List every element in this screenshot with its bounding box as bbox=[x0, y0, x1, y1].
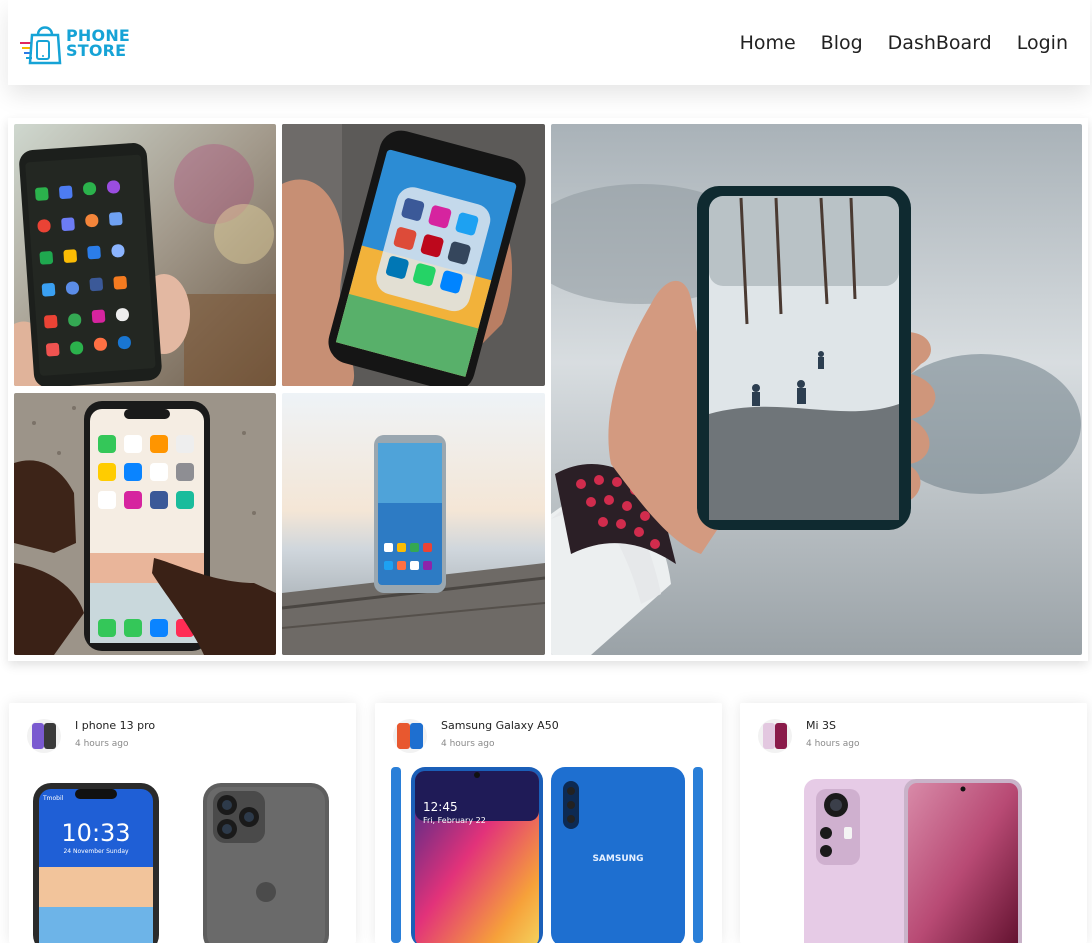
iphone-home-screen-photo[interactable] bbox=[14, 393, 276, 655]
samsung-wordmark: SAMSUNG bbox=[592, 854, 643, 864]
carrier-text: Tmobil bbox=[42, 795, 64, 802]
avatar bbox=[758, 719, 792, 753]
navbar: PHONE STORE Home Blog DashBoard Login bbox=[8, 0, 1090, 85]
product-card-mi-3s[interactable]: Mi 3S 4 hours ago bbox=[740, 703, 1087, 943]
iphone-13-pro-image: Tmobil 10:33 24 November Sunday bbox=[9, 767, 356, 943]
card-title[interactable]: Samsung Galaxy A50 bbox=[441, 719, 559, 732]
card-title[interactable]: Mi 3S bbox=[806, 719, 860, 732]
nav-link-home[interactable]: Home bbox=[740, 32, 796, 54]
mi-3s-image bbox=[740, 767, 1087, 943]
nav-links: Home Blog DashBoard Login bbox=[740, 32, 1068, 54]
product-card-samsung-galaxy-a50[interactable]: Samsung Galaxy A50 4 hours ago 12:45 Fri… bbox=[375, 703, 722, 943]
hand-holding-phone-snow-photo[interactable] bbox=[551, 124, 1082, 655]
iphone-home-image bbox=[14, 393, 276, 655]
nav-link-blog[interactable]: Blog bbox=[821, 32, 863, 54]
hand-phone-snow-image bbox=[551, 124, 1082, 655]
samsung-phone-on-wood-photo[interactable] bbox=[282, 393, 545, 655]
hero-gallery bbox=[8, 118, 1088, 661]
lock-screen-date: 24 November Sunday bbox=[63, 848, 129, 855]
samsung-wood-image bbox=[282, 393, 545, 655]
samsung-galaxy-a50-image: 12:45 Fri, February 22 SAMSUNG bbox=[375, 767, 722, 943]
android-phone-image bbox=[14, 124, 276, 386]
nav-link-login[interactable]: Login bbox=[1017, 32, 1068, 54]
nav-link-dashboard[interactable]: DashBoard bbox=[888, 32, 992, 54]
card-timestamp: 4 hours ago bbox=[75, 739, 129, 749]
card-header: I phone 13 pro 4 hours ago bbox=[27, 719, 155, 753]
brand-name: PHONE STORE bbox=[66, 27, 130, 60]
avatar bbox=[393, 719, 427, 753]
card-title[interactable]: I phone 13 pro bbox=[75, 719, 155, 732]
card-timestamp: 4 hours ago bbox=[441, 739, 495, 749]
product-card-iphone-13-pro[interactable]: I phone 13 pro 4 hours ago Tmobil 10:33 … bbox=[9, 703, 356, 943]
iphone-social-networks-photo[interactable] bbox=[282, 124, 545, 386]
iphone-social-image bbox=[282, 124, 545, 386]
avatar bbox=[27, 719, 61, 753]
brand-logo[interactable]: PHONE STORE bbox=[20, 21, 130, 65]
card-header: Mi 3S 4 hours ago bbox=[758, 719, 860, 753]
shopping-bag-phone-icon bbox=[20, 25, 62, 64]
brand-line2: STORE bbox=[66, 40, 127, 60]
samsung-screen-date: Fri, February 22 bbox=[423, 816, 486, 825]
samsung-screen-time: 12:45 bbox=[423, 800, 458, 814]
android-phone-app-grid-photo[interactable] bbox=[14, 124, 276, 386]
lock-screen-time: 10:33 bbox=[61, 819, 130, 847]
card-timestamp: 4 hours ago bbox=[806, 739, 860, 749]
card-header: Samsung Galaxy A50 4 hours ago bbox=[393, 719, 559, 753]
